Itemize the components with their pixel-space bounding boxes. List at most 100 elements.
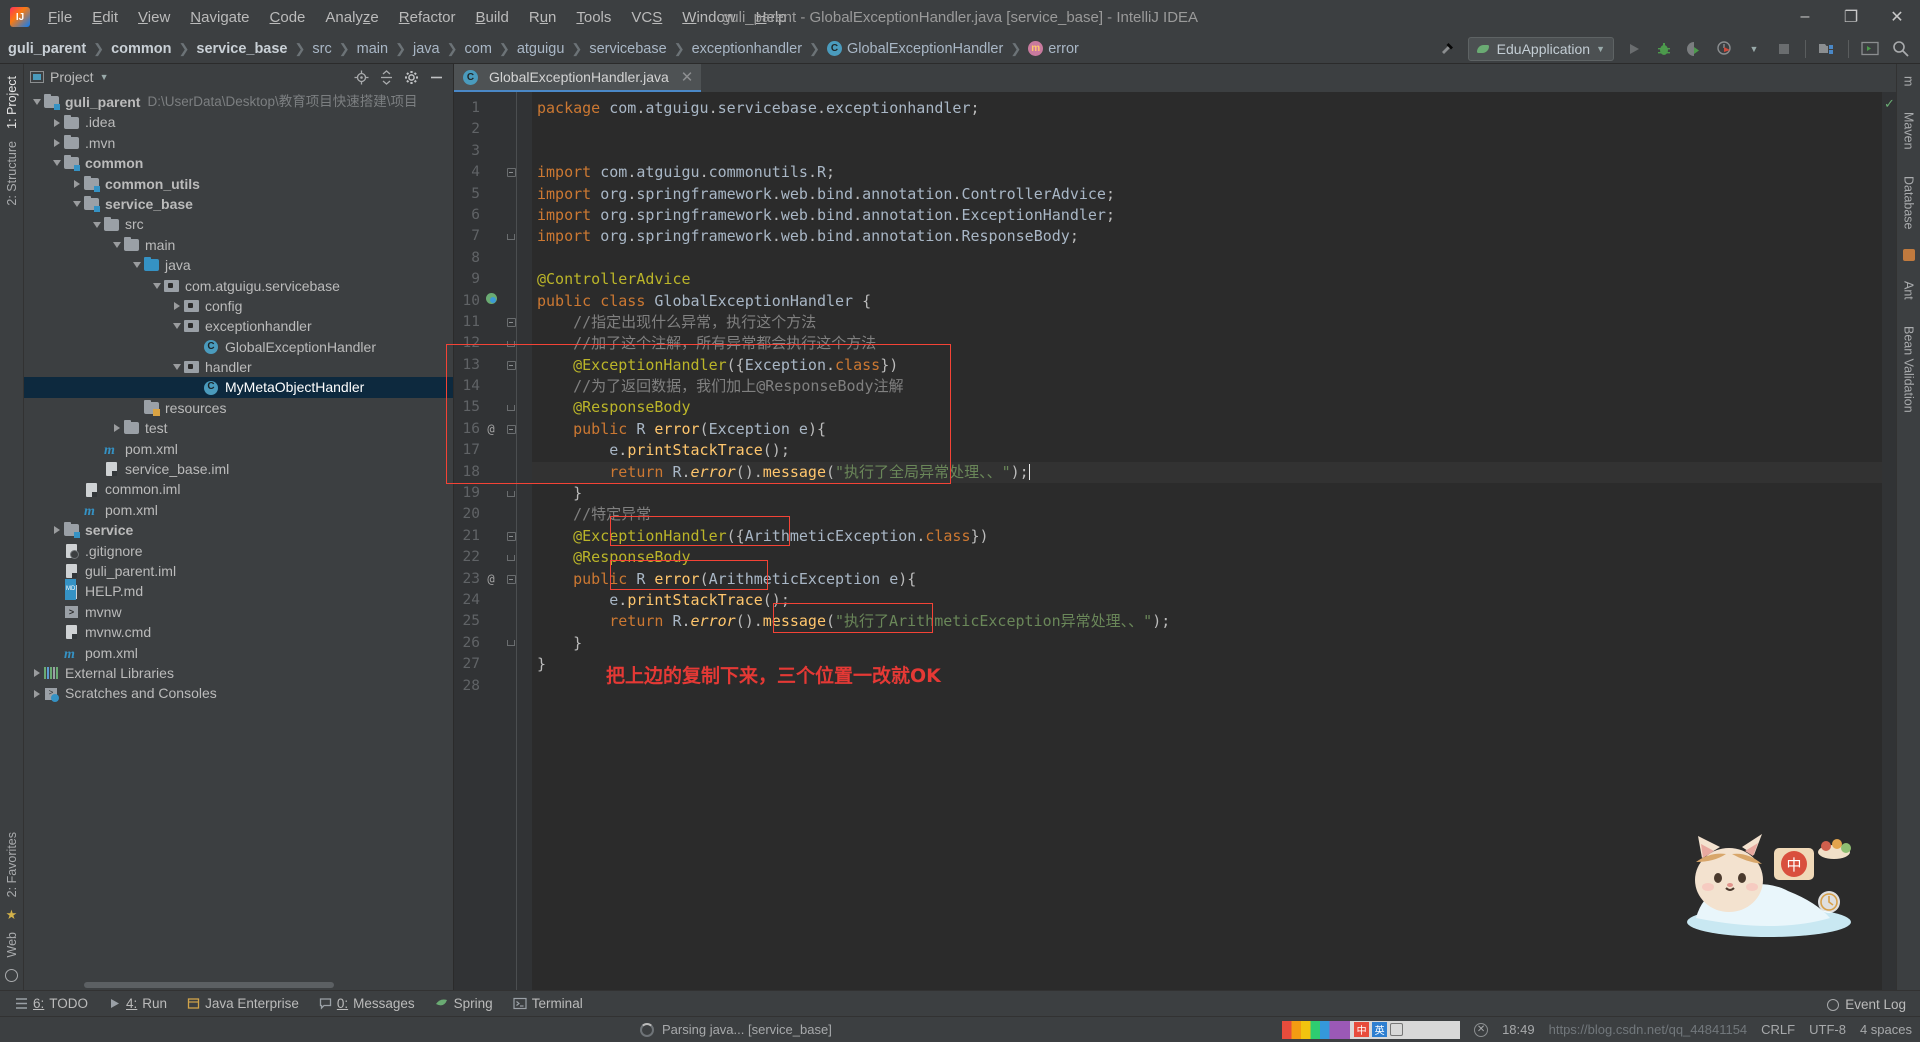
tree-node-exceptionhandler[interactable]: exceptionhandler bbox=[24, 316, 453, 336]
tree-node-.mvn[interactable]: .mvn bbox=[24, 133, 453, 153]
code-line-1[interactable]: package com.atguigu.servicebase.exceptio… bbox=[532, 98, 1882, 119]
gutter-line-11[interactable]: 11 bbox=[454, 312, 532, 333]
fold-toggle-icon[interactable] bbox=[502, 640, 520, 647]
code-line-26[interactable]: } bbox=[532, 633, 1882, 654]
project-panel-title[interactable]: Project ▼ bbox=[30, 69, 109, 85]
gutter-line-15[interactable]: 15 bbox=[454, 397, 532, 418]
close-icon[interactable]: ✕ bbox=[681, 68, 694, 86]
gutter-line-7[interactable]: 7 bbox=[454, 226, 532, 247]
code-line-21[interactable]: @ExceptionHandler({ArithmeticException.c… bbox=[532, 526, 1882, 547]
chevron-down-icon[interactable] bbox=[150, 282, 163, 289]
close-button[interactable]: ✕ bbox=[1874, 0, 1920, 34]
gutter-line-17[interactable]: 17 bbox=[454, 440, 532, 461]
breadcrumb-item-service-base[interactable]: service_base bbox=[196, 41, 287, 57]
gutter-line-26[interactable]: 26 bbox=[454, 633, 532, 654]
fold-toggle-icon[interactable] bbox=[502, 360, 520, 370]
code-line-16[interactable]: public R error(Exception e){ bbox=[532, 419, 1882, 440]
tree-node-java[interactable]: java bbox=[24, 255, 453, 275]
chevron-right-icon[interactable] bbox=[30, 669, 43, 678]
chevron-down-icon[interactable] bbox=[90, 221, 103, 228]
gutter-line-12[interactable]: 12 bbox=[454, 333, 532, 354]
chevron-down-icon[interactable] bbox=[130, 262, 143, 269]
code-line-4[interactable]: import com.atguigu.commonutils.R; bbox=[532, 162, 1882, 183]
gutter-line-13[interactable]: 13 bbox=[454, 355, 532, 376]
breadcrumb-item-java[interactable]: java bbox=[413, 41, 440, 57]
tree-node-pom.xml[interactable]: m pom.xml bbox=[24, 439, 453, 459]
project-tree-hscrollbar[interactable] bbox=[24, 979, 453, 990]
tree-node-.idea[interactable]: .idea bbox=[24, 112, 453, 132]
chevron-right-icon[interactable] bbox=[170, 302, 183, 311]
menu-build[interactable]: Build bbox=[465, 5, 518, 30]
breadcrumb-item-src[interactable]: src bbox=[312, 41, 331, 57]
tree-node-test[interactable]: test bbox=[24, 418, 453, 438]
chevron-down-icon[interactable] bbox=[70, 201, 83, 208]
strip-maven-m[interactable]: m bbox=[1900, 70, 1918, 92]
menu-file[interactable]: File bbox=[38, 5, 82, 30]
fold-toggle-icon[interactable] bbox=[502, 490, 520, 497]
tool-window-button-spring[interactable]: Spring bbox=[426, 994, 502, 1013]
chevron-right-icon[interactable] bbox=[30, 689, 43, 698]
breadcrumb-item-com[interactable]: com bbox=[465, 41, 492, 57]
tree-node-src[interactable]: src bbox=[24, 214, 453, 234]
chevron-right-icon[interactable] bbox=[70, 179, 83, 188]
tree-node-help.md[interactable]: HELP.md bbox=[24, 579, 453, 601]
breadcrumb-item-guli-parent[interactable]: guli_parent bbox=[8, 41, 86, 57]
tool-window-structure[interactable]: 2: Structure bbox=[3, 135, 21, 212]
override-gutter-icon[interactable]: @ bbox=[480, 569, 502, 590]
tool-window-favorites[interactable]: 2: Favorites bbox=[3, 826, 21, 903]
fold-toggle-icon[interactable] bbox=[502, 340, 520, 347]
run-button[interactable] bbox=[1620, 37, 1648, 61]
fold-toggle-icon[interactable] bbox=[502, 168, 520, 178]
minimize-button[interactable]: – bbox=[1782, 0, 1828, 34]
tree-node-scratches-and-consoles[interactable]: > Scratches and Consoles bbox=[24, 683, 453, 703]
tree-node-external-libraries[interactable]: External Libraries bbox=[24, 663, 453, 683]
chevron-down-icon[interactable] bbox=[110, 241, 123, 248]
hide-panel-icon[interactable] bbox=[425, 66, 447, 88]
ime-settings-icon[interactable] bbox=[1390, 1023, 1404, 1036]
status-indent[interactable]: 4 spaces bbox=[1860, 1022, 1912, 1037]
editor-gutter[interactable]: 1 2 3 4 5 6 7 8 9 10 11 12 13 14 15 16 @17 18 19 20 21 22 23 @2… bbox=[454, 92, 532, 990]
chevron-right-icon[interactable] bbox=[50, 118, 63, 127]
tree-node-common-utils[interactable]: common_utils bbox=[24, 174, 453, 194]
maximize-button[interactable]: ❐ bbox=[1828, 0, 1874, 34]
gutter-line-5[interactable]: 5 bbox=[454, 184, 532, 205]
menu-navigate[interactable]: Navigate bbox=[180, 5, 259, 30]
fold-toggle-icon[interactable] bbox=[502, 234, 520, 241]
tree-node-mymetaobjecthandler[interactable]: C MyMetaObjectHandler bbox=[24, 377, 453, 398]
ime-close-icon[interactable]: ✕ bbox=[1474, 1022, 1489, 1037]
tree-node-service-base.iml[interactable]: service_base.iml bbox=[24, 459, 453, 479]
breadcrumb-item-common[interactable]: common bbox=[111, 41, 171, 57]
code-line-12[interactable]: //加了这个注解，所有异常都会执行这个方法 bbox=[532, 333, 1882, 354]
fold-toggle-icon[interactable] bbox=[502, 574, 520, 584]
chevron-down-icon[interactable] bbox=[170, 364, 183, 371]
tool-window-ant[interactable]: Ant bbox=[1900, 275, 1918, 306]
override-gutter-icon[interactable]: @ bbox=[480, 419, 502, 440]
editor-marker-bar[interactable]: ✓ bbox=[1882, 92, 1896, 990]
tree-node-service[interactable]: service bbox=[24, 520, 453, 540]
menu-window[interactable]: Window bbox=[672, 5, 745, 30]
editor-tab-globalexceptionhandler[interactable]: C GlobalExceptionHandler.java ✕ bbox=[454, 64, 702, 92]
terminal-button[interactable] bbox=[1856, 37, 1884, 61]
tree-node-common.iml[interactable]: common.iml bbox=[24, 479, 453, 499]
chevron-down-icon[interactable]: ▼ bbox=[1740, 37, 1768, 61]
gear-icon[interactable] bbox=[400, 66, 422, 88]
code-line-27[interactable]: } bbox=[532, 654, 1882, 675]
fold-toggle-icon[interactable] bbox=[502, 318, 520, 328]
code-line-11[interactable]: //指定出现什么异常，执行这个方法 bbox=[532, 312, 1882, 333]
status-encoding[interactable]: UTF-8 bbox=[1809, 1022, 1846, 1037]
gutter-line-19[interactable]: 19 bbox=[454, 483, 532, 504]
status-line-separator[interactable]: CRLF bbox=[1761, 1022, 1795, 1037]
code-line-19[interactable]: } bbox=[532, 483, 1882, 504]
tree-node-pom.xml[interactable]: m pom.xml bbox=[24, 500, 453, 520]
tool-window-maven[interactable]: Maven bbox=[1900, 106, 1918, 156]
code-line-8[interactable] bbox=[532, 248, 1882, 269]
code-line-10[interactable]: public class GlobalExceptionHandler { bbox=[532, 291, 1882, 312]
tool-window-button-java-enterprise[interactable]: Java Enterprise bbox=[178, 994, 308, 1013]
tree-node-guli-parent[interactable]: guli_parent D:\UserData\Desktop\教育项目快速搭建\… bbox=[24, 92, 453, 112]
breadcrumb-item-exceptionhandler[interactable]: exceptionhandler bbox=[692, 41, 802, 57]
gutter-line-20[interactable]: 20 bbox=[454, 504, 532, 525]
tree-node-mvnw[interactable]: > mvnw bbox=[24, 602, 453, 622]
menu-code[interactable]: Code bbox=[260, 5, 316, 30]
code-content[interactable]: package com.atguigu.servicebase.exceptio… bbox=[532, 92, 1882, 990]
chevron-down-icon[interactable] bbox=[50, 160, 63, 167]
